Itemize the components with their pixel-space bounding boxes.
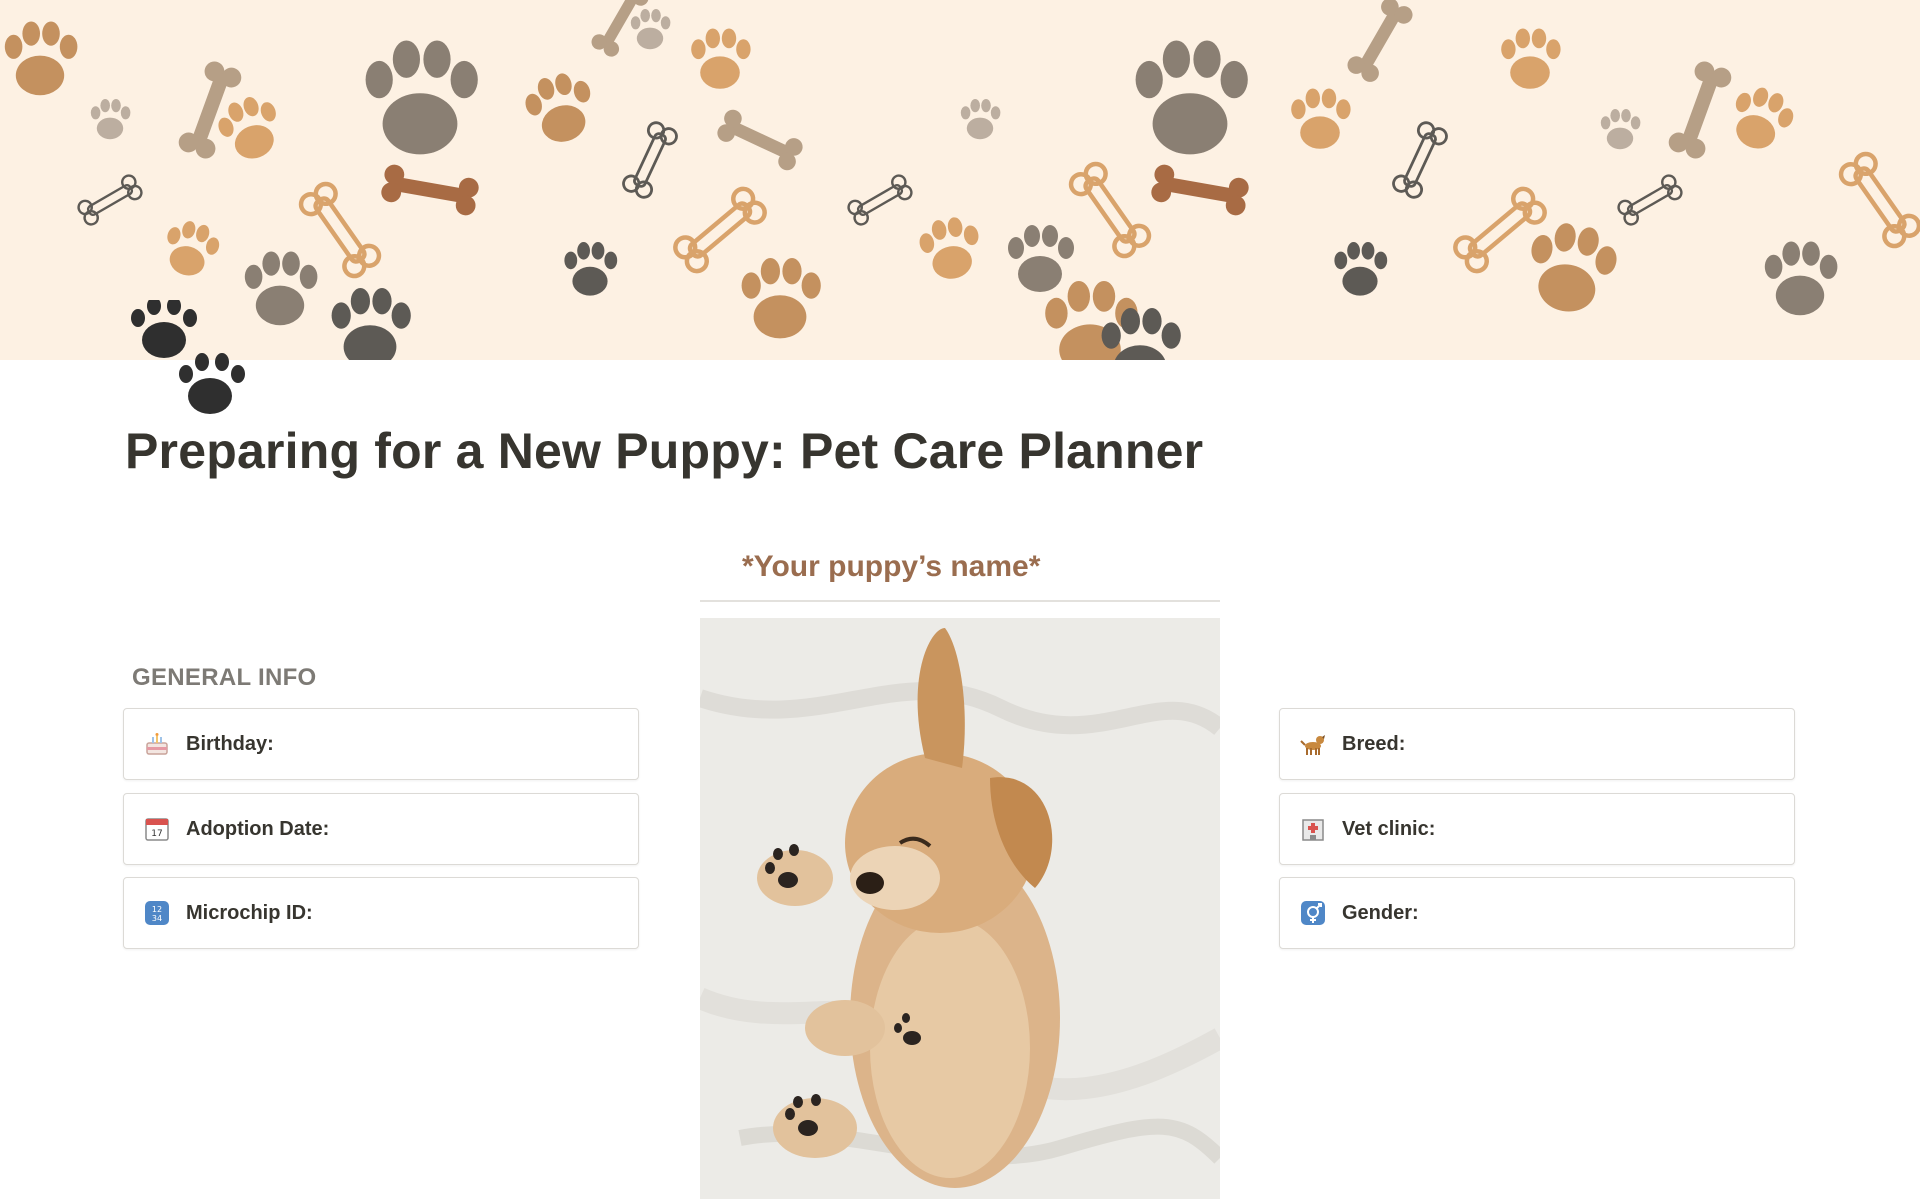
svg-text:34: 34 — [152, 914, 162, 923]
hospital-icon — [1300, 816, 1326, 842]
svg-text:17: 17 — [151, 829, 162, 839]
general-info-heading: GENERAL INFO — [132, 664, 317, 691]
sleeping-golden-retriever-puppy-photo[interactable] — [700, 618, 1220, 1199]
birthday-cake-icon — [144, 731, 170, 757]
breed-label: Breed: — [1342, 732, 1406, 755]
vet-clinic-label: Vet clinic: — [1342, 817, 1436, 840]
paw-prints-icon[interactable] — [124, 297, 250, 418]
adoption-date-label: Adoption Date: — [186, 817, 330, 840]
puppy-name-heading[interactable]: *Your puppy’s name* — [700, 546, 1220, 602]
svg-text:12: 12 — [152, 905, 162, 914]
cover-image[interactable] — [0, 0, 1920, 360]
paw-and-bone-pattern — [4, 0, 1920, 360]
gender-label: Gender: — [1342, 901, 1419, 924]
dog-icon — [1300, 731, 1326, 757]
gender-card[interactable]: Gender: — [1279, 877, 1795, 949]
gender-symbol-icon — [1300, 900, 1326, 926]
calendar-icon: 17 — [144, 816, 170, 842]
birthday-card[interactable]: Birthday: — [123, 708, 639, 780]
breed-card[interactable]: Breed: — [1279, 708, 1795, 780]
microchip-id-card[interactable]: 12 34 Microchip ID: — [123, 877, 639, 949]
page-title: Preparing for a New Puppy: Pet Care Plan… — [125, 423, 1204, 479]
numbers-1234-icon: 12 34 — [144, 900, 170, 926]
adoption-date-card[interactable]: 17 Adoption Date: — [123, 793, 639, 865]
puppy-name-text: *Your puppy’s name* — [742, 550, 1041, 583]
microchip-id-label: Microchip ID: — [186, 901, 313, 924]
birthday-label: Birthday: — [186, 732, 274, 755]
vet-clinic-card[interactable]: Vet clinic: — [1279, 793, 1795, 865]
